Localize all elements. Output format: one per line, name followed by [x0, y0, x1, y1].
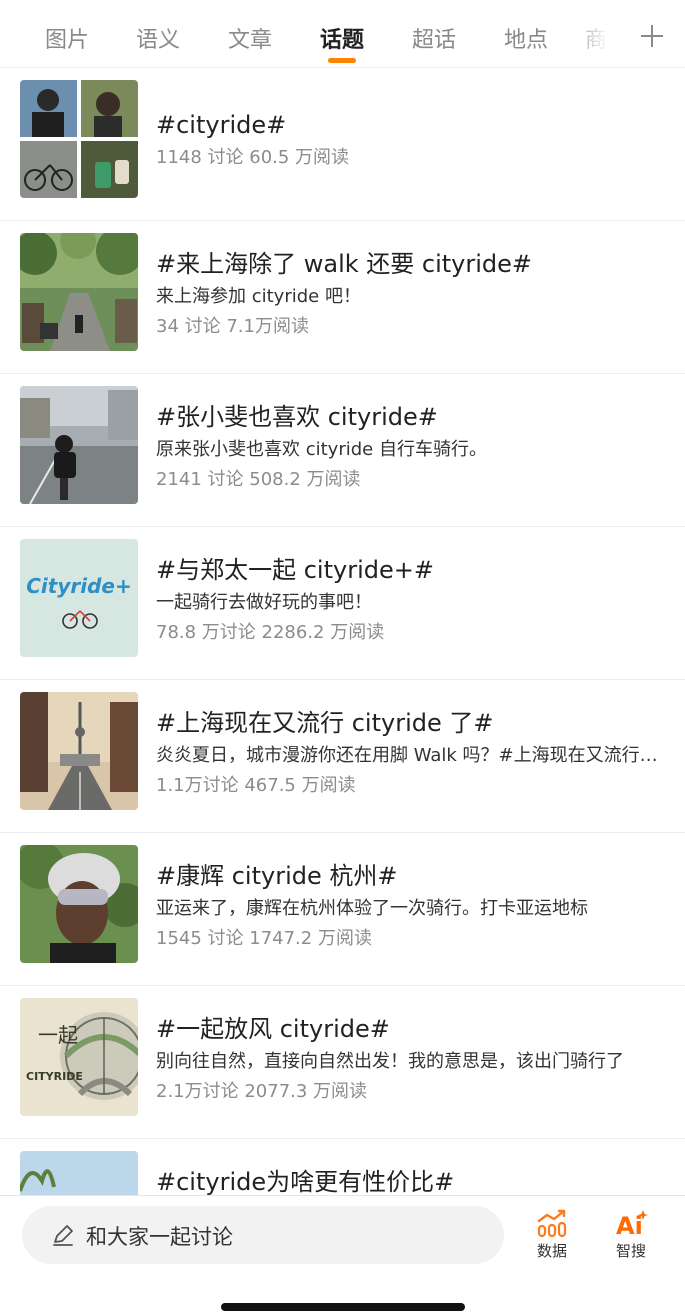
topic-thumbnail-poster: 一起 CITYRIDE	[20, 998, 138, 1116]
topic-title: #与郑太一起 cityride+#	[156, 556, 434, 584]
ai-icon-text: Ai	[616, 1212, 643, 1238]
topic-stats: 1.1万讨论 467.5 万阅读	[156, 775, 356, 796]
topic-title: #康辉 cityride 杭州#	[156, 862, 398, 890]
topic-row[interactable]: #张小斐也喜欢 cityride# 原来张小斐也喜欢 cityride 自行车骑…	[0, 374, 685, 527]
topic-description: 炎炎夏日，城市漫游你还在用脚 Walk 吗？#上海现在又流行 cityride …	[156, 745, 659, 766]
bottom-action-bar: 和大家一起讨论 数据 Ai 智搜	[0, 1195, 685, 1314]
chart-trend-icon	[537, 1209, 567, 1238]
topic-list: #cityride# 1148 讨论 60.5 万阅读 #来上海除了 walk …	[0, 68, 685, 1195]
topic-title: #cityride为啥更有性价比#	[156, 1168, 455, 1195]
tab-super-topics[interactable]: 超话	[394, 22, 474, 54]
ai-search-button[interactable]: Ai 智搜	[601, 1206, 661, 1266]
topic-title: #张小斐也喜欢 cityride#	[156, 403, 438, 431]
pencil-icon	[53, 1225, 73, 1246]
topic-thumbnail-cyclist	[20, 386, 138, 504]
data-button[interactable]: 数据	[522, 1206, 582, 1266]
category-tab-bar: 图片 语义 文章 话题 超话 地点 商	[0, 0, 685, 68]
add-tab-button[interactable]	[630, 14, 674, 58]
topic-stats: 34 讨论 7.1万阅读	[156, 316, 309, 337]
data-label: 数据	[536, 1242, 567, 1260]
topic-stats: 78.8 万讨论 2286.2 万阅读	[156, 622, 385, 643]
topic-stats: 1545 讨论 1747.2 万阅读	[156, 928, 372, 949]
topic-thumbnail-sky	[20, 1151, 138, 1195]
tab-articles[interactable]: 文章	[210, 22, 290, 54]
topic-description: 亚运来了，康辉在杭州体验了一次骑行。打卡亚运地标	[156, 898, 588, 919]
topic-thumbnail-skyline	[20, 692, 138, 810]
tab-topics[interactable]: 话题	[302, 22, 382, 54]
active-tab-indicator	[328, 58, 356, 63]
topic-title: #cityride#	[156, 111, 287, 139]
svg-text:一起: 一起	[38, 1023, 78, 1047]
poster-text: CITYRIDE	[26, 1070, 83, 1083]
topic-stats: 1148 讨论 60.5 万阅读	[156, 147, 350, 168]
topic-thumbnail-cityride-logo: Cityride+	[20, 539, 138, 657]
discuss-input[interactable]: 和大家一起讨论	[22, 1206, 504, 1264]
ai-search-label: 智搜	[615, 1242, 646, 1260]
topic-title: #上海现在又流行 cityride 了#	[156, 709, 494, 737]
topic-title: #一起放风 cityride#	[156, 1015, 390, 1043]
topic-stats: 2141 讨论 508.2 万阅读	[156, 469, 361, 490]
topic-search-page: 图片 语义 文章 话题 超话 地点 商	[0, 0, 685, 1314]
tab-overflow-fade	[566, 0, 620, 66]
topic-row[interactable]: #康辉 cityride 杭州# 亚运来了，康辉在杭州体验了一次骑行。打卡亚运地…	[0, 833, 685, 986]
topic-description: 来上海参加 cityride 吧！	[156, 286, 361, 307]
cityride-logo-text: Cityride+	[26, 574, 132, 598]
ai-sparkle-icon: Ai	[616, 1210, 648, 1238]
topic-row[interactable]: Cityride+ #与郑太一起 cityride+# 一起骑行去做好玩的事吧！…	[0, 527, 685, 680]
tab-images[interactable]: 图片	[27, 22, 107, 54]
tab-semantic[interactable]: 语义	[118, 22, 198, 54]
topic-description: 一起骑行去做好玩的事吧！	[156, 592, 372, 613]
topic-title: #来上海除了 walk 还要 cityride#	[156, 250, 533, 278]
topic-stats: 2.1万讨论 2077.3 万阅读	[156, 1081, 368, 1102]
topic-thumbnail-helmet-selfie	[20, 845, 138, 963]
topic-thumbnail-street	[20, 233, 138, 351]
tab-places[interactable]: 地点	[486, 22, 566, 54]
topic-row[interactable]: #上海现在又流行 cityride 了# 炎炎夏日，城市漫游你还在用脚 Walk…	[0, 680, 685, 833]
topic-thumbnail-collage	[20, 80, 138, 198]
topic-row[interactable]: #来上海除了 walk 还要 cityride# 来上海参加 cityride …	[0, 221, 685, 374]
topic-row[interactable]: #cityride为啥更有性价比#	[0, 1139, 685, 1195]
topic-row[interactable]: 一起 CITYRIDE #一起放风 cityride# 别向往自然，直接向自然出…	[0, 986, 685, 1139]
home-indicator	[221, 1303, 465, 1311]
discuss-placeholder: 和大家一起讨论	[86, 1225, 233, 1249]
topic-row[interactable]: #cityride# 1148 讨论 60.5 万阅读	[0, 68, 685, 221]
topic-description: 别向往自然，直接向自然出发！我的意思是，该出门骑行了	[156, 1051, 624, 1072]
topic-description: 原来张小斐也喜欢 cityride 自行车骑行。	[156, 439, 487, 460]
